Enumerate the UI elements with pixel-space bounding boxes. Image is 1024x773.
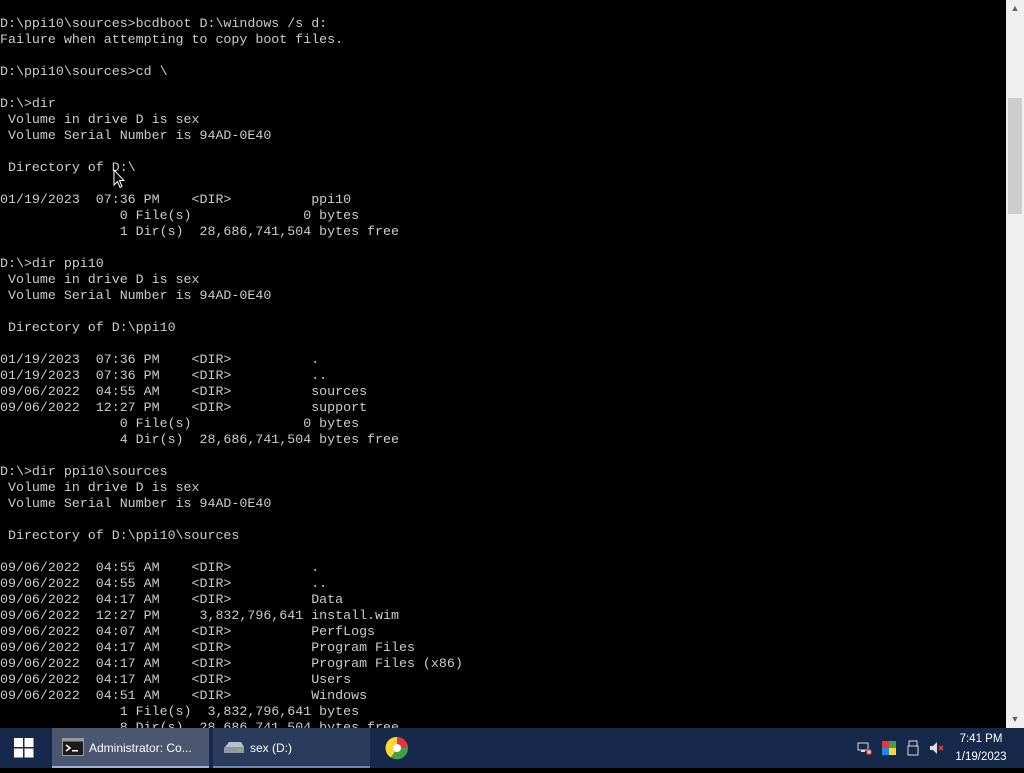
console-line: 09/06/2022 04:17 AM <DIR> Data: [0, 592, 344, 607]
start-button[interactable]: [0, 728, 48, 768]
clock-time: 7:41 PM: [959, 733, 1003, 745]
taskbar: Administrator: Co... sex (D:) 7:41 PM 1/…: [0, 728, 1024, 768]
console-line: 1 File(s) 3,832,796,641 bytes: [0, 704, 360, 719]
taskbar-item-command-prompt[interactable]: Administrator: Co...: [52, 728, 209, 768]
console-line: 09/06/2022 04:07 AM <DIR> PerfLogs: [0, 624, 376, 639]
console-line: 09/06/2022 04:55 AM <DIR> sources: [0, 384, 368, 399]
browser-icon: [385, 736, 409, 760]
console-line: 01/19/2023 07:36 PM <DIR> ..: [0, 368, 328, 383]
console-line: 09/06/2022 04:17 AM <DIR> Program Files …: [0, 656, 463, 671]
network-icon[interactable]: [857, 740, 873, 756]
drive-icon: [224, 742, 244, 753]
console-line: 01/19/2023 07:36 PM <DIR> .: [0, 352, 320, 367]
taskbar-item-label: Administrator: Co...: [89, 741, 192, 755]
console-line: 09/06/2022 04:55 AM <DIR> ..: [0, 576, 328, 591]
console-line: 1 Dir(s) 28,686,741,504 bytes free: [0, 224, 399, 239]
scroll-thumb[interactable]: [1008, 98, 1022, 214]
console-line: Volume Serial Number is 94AD-0E40: [0, 496, 272, 511]
windows-logo-icon: [14, 738, 34, 758]
console-line: D:\>dir ppi10\sources: [0, 464, 168, 479]
taskbar-item-browser[interactable]: [383, 728, 411, 768]
console-line: 4 Dir(s) 28,686,741,504 bytes free: [0, 432, 399, 447]
console-line: 09/06/2022 04:17 AM <DIR> Program Files: [0, 640, 415, 655]
console-line: 01/19/2023 07:36 PM <DIR> ppi10: [0, 192, 352, 207]
console-line: 0 File(s) 0 bytes: [0, 208, 360, 223]
console-line: 09/06/2022 04:51 AM <DIR> Windows: [0, 688, 368, 703]
console-line: Directory of D:\ppi10: [0, 320, 176, 335]
console-line: D:\ppi10\sources>bcdboot D:\windows /s d…: [0, 16, 328, 31]
console-line: Directory of D:\ppi10\sources: [0, 528, 240, 543]
volume-muted-icon[interactable]: [929, 740, 945, 756]
console-line: Volume Serial Number is 94AD-0E40: [0, 128, 272, 143]
console-line: D:\ppi10\sources>cd \: [0, 64, 168, 79]
console-line: 09/06/2022 12:27 PM <DIR> support: [0, 400, 368, 415]
color-app-icon[interactable]: [881, 740, 897, 756]
console-line: 09/06/2022 12:27 PM 3,832,796,641 instal…: [0, 608, 399, 623]
console-line: 8 Dir(s) 28,686,741,504 bytes free: [0, 720, 399, 728]
console-scrollbar[interactable]: ▲ ▼: [1006, 0, 1024, 728]
console-line: Volume in drive D is sex: [0, 112, 200, 127]
console-line: D:\>dir: [0, 96, 56, 111]
scroll-down-arrow-icon[interactable]: ▼: [1006, 711, 1024, 728]
console-line: Volume in drive D is sex: [0, 480, 200, 495]
usb-icon[interactable]: [905, 740, 921, 756]
taskbar-item-label: sex (D:): [250, 741, 292, 755]
console-line: Volume in drive D is sex: [0, 272, 200, 287]
console-line: D:\>dir ppi10: [0, 256, 104, 271]
console-window[interactable]: D:\ppi10\sources>bcdboot D:\windows /s d…: [0, 0, 1006, 728]
system-clock[interactable]: 7:41 PM 1/19/2023: [950, 730, 1012, 766]
clock-date: 1/19/2023: [955, 751, 1007, 763]
console-line: Volume Serial Number is 94AD-0E40: [0, 288, 272, 303]
scroll-up-arrow-icon[interactable]: ▲: [1006, 0, 1024, 17]
console-line: 09/06/2022 04:17 AM <DIR> Users: [0, 672, 352, 687]
console-line: Failure when attempting to copy boot fil…: [0, 32, 344, 47]
mouse-pointer-icon: [113, 169, 125, 189]
console-line: 0 File(s) 0 bytes: [0, 416, 360, 431]
console-output: D:\ppi10\sources>bcdboot D:\windows /s d…: [0, 16, 463, 728]
taskbar-item-drive[interactable]: sex (D:): [213, 728, 370, 768]
cmd-icon: [62, 738, 84, 756]
console-line: Directory of D:\: [0, 160, 136, 175]
console-line: 09/06/2022 04:55 AM <DIR> .: [0, 560, 320, 575]
